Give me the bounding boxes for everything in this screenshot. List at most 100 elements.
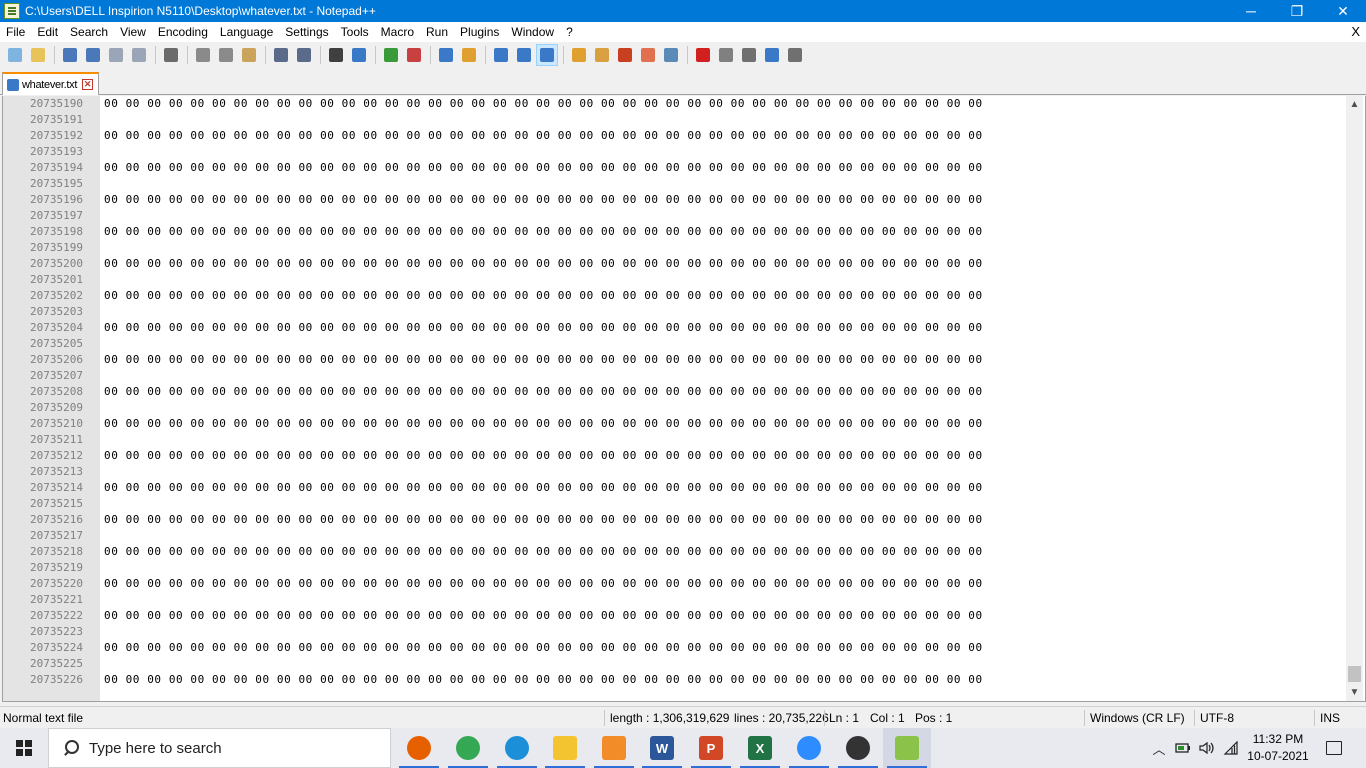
editor-line[interactable]: 20735203: [3, 304, 1343, 320]
editor-line[interactable]: 20735225: [3, 656, 1343, 672]
editor-line[interactable]: 20735195: [3, 176, 1343, 192]
notepadpp-app-icon[interactable]: [4, 3, 20, 19]
menu-encoding[interactable]: Encoding: [152, 22, 214, 42]
editor-line[interactable]: 20735191: [3, 112, 1343, 128]
menu-tools[interactable]: Tools: [335, 22, 375, 42]
taskbar-app-zoom[interactable]: [785, 728, 833, 768]
close-all-icon[interactable]: [128, 44, 150, 66]
run-macro-multiple-icon[interactable]: [761, 44, 783, 66]
taskbar-app-media-player[interactable]: [834, 728, 882, 768]
taskbar-app-notepadpp[interactable]: [883, 728, 931, 768]
tab-whatever-txt[interactable]: whatever.txt ✕: [2, 72, 99, 95]
close-document-button[interactable]: X: [1351, 22, 1360, 42]
editor-line[interactable]: 20735217: [3, 528, 1343, 544]
menu-search[interactable]: Search: [64, 22, 114, 42]
word-wrap-icon[interactable]: [490, 44, 512, 66]
minimize-button[interactable]: ─: [1228, 0, 1274, 22]
line-text[interactable]: 00 00 00 00 00 00 00 00 00 00 00 00 00 0…: [104, 416, 983, 432]
vertical-scrollbar[interactable]: ▲ ▼: [1346, 96, 1363, 701]
line-text[interactable]: 00 00 00 00 00 00 00 00 00 00 00 00 00 0…: [104, 160, 983, 176]
menu-language[interactable]: Language: [214, 22, 279, 42]
editor-line[interactable]: 20735209: [3, 400, 1343, 416]
playback-macro-icon[interactable]: [738, 44, 760, 66]
replace-icon[interactable]: [348, 44, 370, 66]
monitoring-icon[interactable]: [660, 44, 682, 66]
sync-vertical-icon[interactable]: [435, 44, 457, 66]
volume-icon[interactable]: [1196, 728, 1218, 768]
editor-line[interactable]: 20735207: [3, 368, 1343, 384]
menu-window[interactable]: Window: [505, 22, 560, 42]
editor-line[interactable]: 20735220 00 00 00 00 00 00 00 00 00 00 00…: [3, 576, 1343, 592]
menu-edit[interactable]: Edit: [31, 22, 64, 42]
line-text[interactable]: 00 00 00 00 00 00 00 00 00 00 00 00 00 0…: [104, 128, 983, 144]
print-icon[interactable]: [160, 44, 182, 66]
editor-line[interactable]: 20735226 00 00 00 00 00 00 00 00 00 00 00…: [3, 672, 1343, 688]
menu-settings[interactable]: Settings: [279, 22, 334, 42]
editor-line[interactable]: 20735194 00 00 00 00 00 00 00 00 00 00 00…: [3, 160, 1343, 176]
close-button[interactable]: ✕: [1320, 0, 1366, 22]
paste-icon[interactable]: [238, 44, 260, 66]
menu-plugins[interactable]: Plugins: [454, 22, 505, 42]
stop-recording-icon[interactable]: [715, 44, 737, 66]
undo-icon[interactable]: [270, 44, 292, 66]
save-macro-icon[interactable]: [784, 44, 806, 66]
editor-line[interactable]: 20735215: [3, 496, 1343, 512]
save-icon[interactable]: [59, 44, 81, 66]
zoom-in-icon[interactable]: [380, 44, 402, 66]
line-text[interactable]: 00 00 00 00 00 00 00 00 00 00 00 00 00 0…: [104, 576, 983, 592]
editor-line[interactable]: 20735199: [3, 240, 1343, 256]
editor-line[interactable]: 20735222 00 00 00 00 00 00 00 00 00 00 00…: [3, 608, 1343, 624]
line-text[interactable]: 00 00 00 00 00 00 00 00 00 00 00 00 00 0…: [104, 640, 983, 656]
record-macro-icon[interactable]: [692, 44, 714, 66]
editor-line[interactable]: 20735213: [3, 464, 1343, 480]
editor-line[interactable]: 20735206 00 00 00 00 00 00 00 00 00 00 00…: [3, 352, 1343, 368]
taskbar-app-chrome[interactable]: [444, 728, 492, 768]
scroll-down-icon[interactable]: ▼: [1346, 684, 1363, 701]
editor-line[interactable]: 20735223: [3, 624, 1343, 640]
wifi-icon[interactable]: [1220, 728, 1242, 768]
editor-line[interactable]: 20735212 00 00 00 00 00 00 00 00 00 00 00…: [3, 448, 1343, 464]
editor-line[interactable]: 20735214 00 00 00 00 00 00 00 00 00 00 00…: [3, 480, 1343, 496]
start-button[interactable]: [0, 728, 48, 768]
menu-help[interactable]: ?: [560, 22, 579, 42]
cut-icon[interactable]: [192, 44, 214, 66]
editor-line[interactable]: 20735216 00 00 00 00 00 00 00 00 00 00 00…: [3, 512, 1343, 528]
menu-file[interactable]: File: [0, 22, 31, 42]
line-text[interactable]: 00 00 00 00 00 00 00 00 00 00 00 00 00 0…: [104, 224, 983, 240]
taskbar-app-firefox[interactable]: [395, 728, 443, 768]
editor-line[interactable]: 20735204 00 00 00 00 00 00 00 00 00 00 00…: [3, 320, 1343, 336]
editor-line[interactable]: 20735221: [3, 592, 1343, 608]
user-language-icon[interactable]: [568, 44, 590, 66]
editor-line[interactable]: 20735197: [3, 208, 1343, 224]
editor-line[interactable]: 20735211: [3, 432, 1343, 448]
line-text[interactable]: 00 00 00 00 00 00 00 00 00 00 00 00 00 0…: [104, 480, 983, 496]
taskbar-search-box[interactable]: Type here to search: [48, 728, 391, 768]
status-eol[interactable]: Windows (CR LF): [1090, 707, 1185, 729]
editor-line[interactable]: 20735200 00 00 00 00 00 00 00 00 00 00 00…: [3, 256, 1343, 272]
taskbar-app-edge[interactable]: [493, 728, 541, 768]
line-text[interactable]: 00 00 00 00 00 00 00 00 00 00 00 00 00 0…: [104, 672, 983, 688]
restore-button[interactable]: ❐: [1274, 0, 1320, 22]
battery-icon[interactable]: [1172, 728, 1194, 768]
function-list-icon[interactable]: [614, 44, 636, 66]
line-text[interactable]: 00 00 00 00 00 00 00 00 00 00 00 00 00 0…: [104, 96, 983, 112]
line-text[interactable]: 00 00 00 00 00 00 00 00 00 00 00 00 00 0…: [104, 256, 983, 272]
editor-lines[interactable]: 20735190 00 00 00 00 00 00 00 00 00 00 00…: [3, 96, 1343, 688]
zoom-out-icon[interactable]: [403, 44, 425, 66]
editor-line[interactable]: 20735208 00 00 00 00 00 00 00 00 00 00 00…: [3, 384, 1343, 400]
line-text[interactable]: 00 00 00 00 00 00 00 00 00 00 00 00 00 0…: [104, 608, 983, 624]
line-text[interactable]: 00 00 00 00 00 00 00 00 00 00 00 00 00 0…: [104, 352, 983, 368]
menu-view[interactable]: View: [114, 22, 152, 42]
folder-workspace-icon[interactable]: [637, 44, 659, 66]
scroll-up-icon[interactable]: ▲: [1346, 96, 1363, 113]
editor-line[interactable]: 20735190 00 00 00 00 00 00 00 00 00 00 00…: [3, 96, 1343, 112]
close-icon[interactable]: [105, 44, 127, 66]
save-all-icon[interactable]: [82, 44, 104, 66]
editor-line[interactable]: 20735210 00 00 00 00 00 00 00 00 00 00 00…: [3, 416, 1343, 432]
open-file-icon[interactable]: [27, 44, 49, 66]
copy-icon[interactable]: [215, 44, 237, 66]
editor-line[interactable]: 20735219: [3, 560, 1343, 576]
line-text[interactable]: 00 00 00 00 00 00 00 00 00 00 00 00 00 0…: [104, 448, 983, 464]
indent-guide-icon[interactable]: [536, 44, 558, 66]
editor-line[interactable]: 20735193: [3, 144, 1343, 160]
